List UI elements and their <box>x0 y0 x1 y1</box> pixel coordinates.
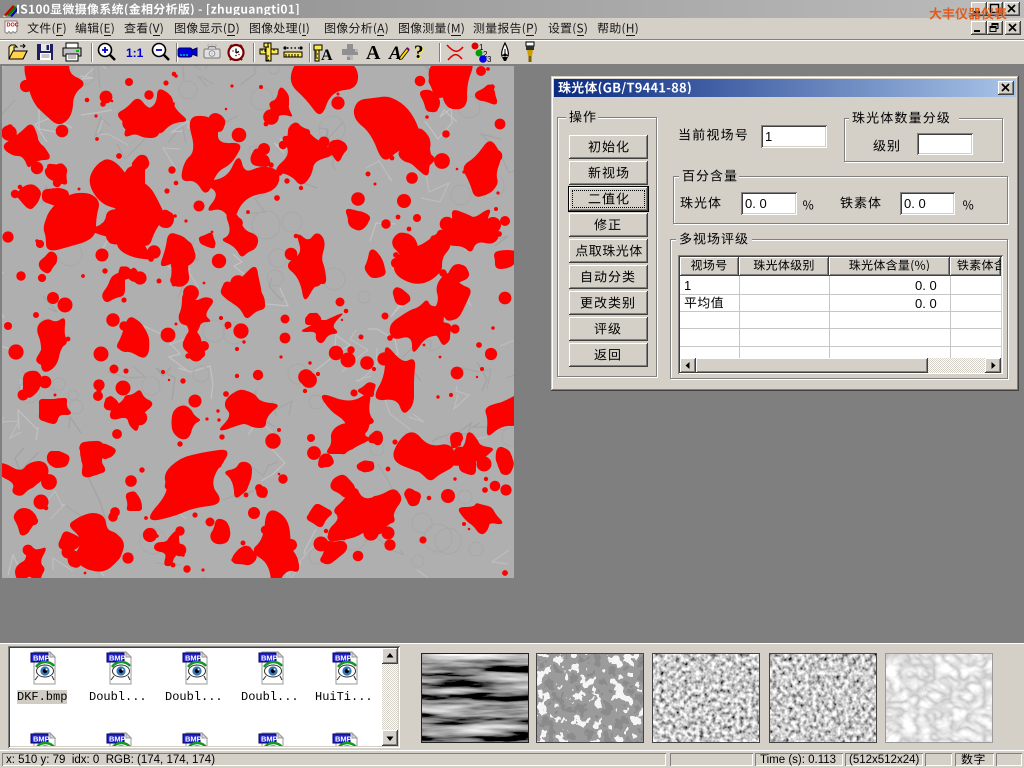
svg-text:3: 3 <box>487 55 491 63</box>
svg-text:A: A <box>321 47 333 63</box>
svg-text:A: A <box>388 43 402 63</box>
svg-text:DOC: DOC <box>7 23 19 29</box>
svg-text:A: A <box>366 42 381 63</box>
svg-text:?: ? <box>414 42 424 63</box>
